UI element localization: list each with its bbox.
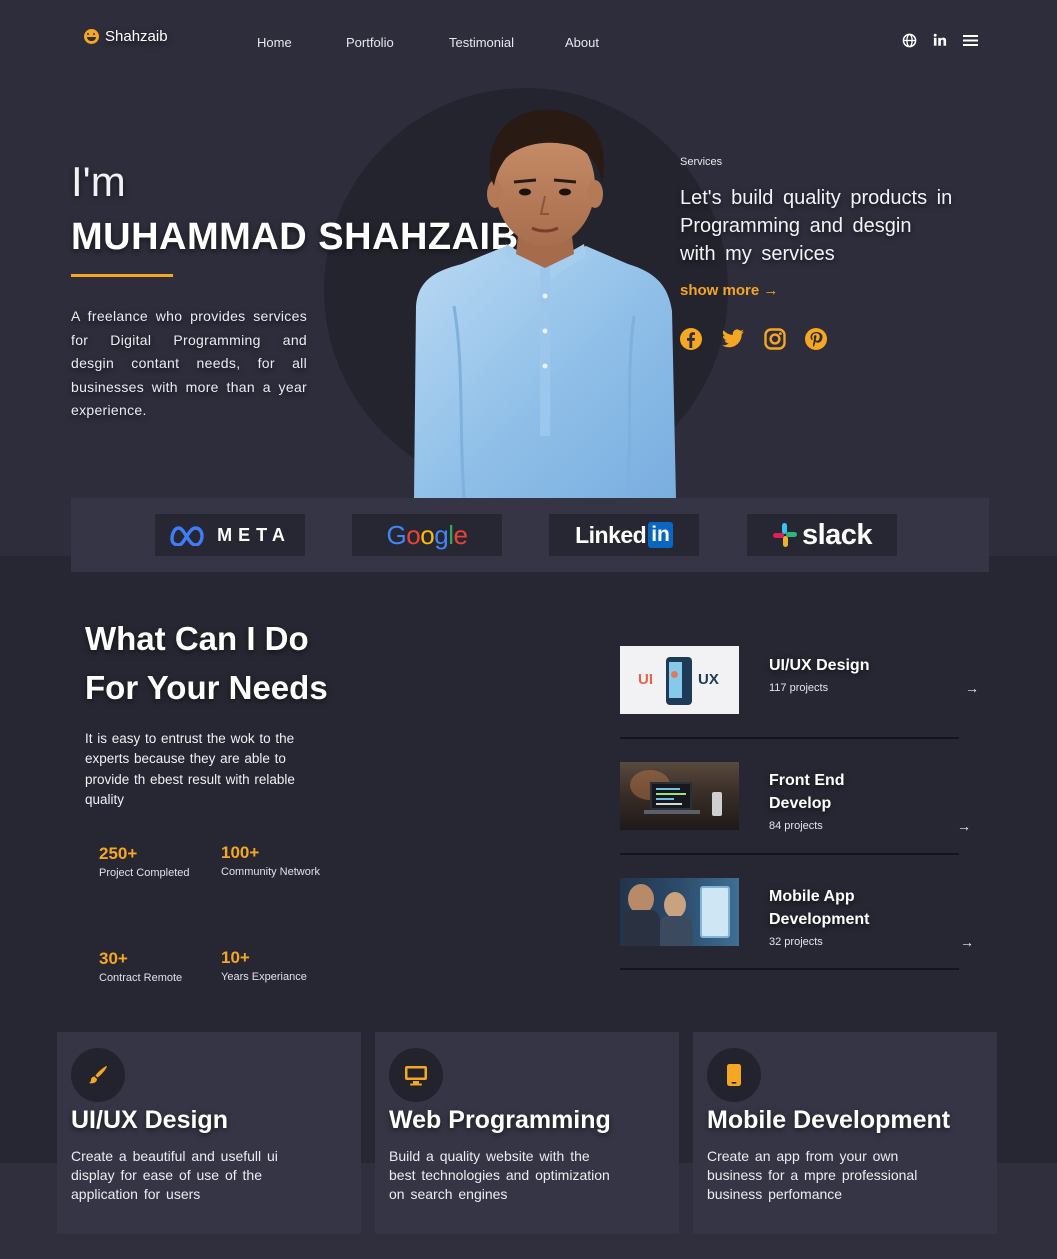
section-description: It is easy to entrust the wok to the exp…	[85, 731, 295, 807]
linkedin-in-badge: in	[648, 522, 673, 548]
brand-google: Google	[352, 514, 502, 556]
paintbrush-icon	[71, 1048, 125, 1102]
arrow-right-icon[interactable]: →	[965, 680, 979, 696]
nav-about[interactable]: About	[565, 35, 599, 50]
divider	[620, 968, 959, 970]
nav-portfolio[interactable]: Portfolio	[346, 35, 394, 50]
service-title[interactable]: UI/UX Design	[769, 654, 899, 677]
service-card-web[interactable]: Web Programming Build a quality website …	[375, 1032, 679, 1234]
phone-graphic	[666, 657, 692, 705]
divider	[620, 853, 959, 855]
brand-slack: slack	[747, 514, 897, 556]
card-title: UI/UX Design	[71, 1106, 228, 1134]
service-count: 32 projects	[769, 936, 823, 948]
brand-meta-text: META	[217, 524, 291, 545]
laptop-screen	[650, 782, 692, 810]
brand-linkedin: Linked in	[549, 514, 699, 556]
section-title: What Can I Do For Your Needs	[85, 614, 425, 712]
slack-logo-icon	[772, 523, 797, 547]
phone-graphic	[700, 886, 730, 938]
twitter-icon[interactable]	[721, 327, 745, 351]
globe-icon[interactable]	[901, 32, 917, 48]
facebook-icon[interactable]	[679, 327, 703, 351]
stat-projects: 250+ Project Completed	[99, 844, 190, 879]
mobile-thumbnail[interactable]	[620, 878, 739, 946]
arrow-right-icon[interactable]: →	[957, 818, 971, 834]
logo[interactable]: Shahzaib	[84, 28, 168, 45]
service-card-uiux[interactable]: UI/UX Design Create a beautiful and usef…	[57, 1032, 361, 1234]
mobile-icon	[707, 1048, 761, 1102]
card-description: Build a quality website with the best te…	[389, 1148, 610, 1203]
thumb-ux-text: UX	[698, 671, 719, 688]
service-count: 117 projects	[769, 682, 829, 694]
stat-label: Contract Remote	[99, 972, 183, 984]
smiley-icon	[84, 29, 99, 44]
monitor-icon	[389, 1048, 443, 1102]
uiux-thumbnail[interactable]: UI UX	[620, 646, 739, 714]
services-heading: Let's build quality products in Programm…	[680, 187, 953, 265]
profile-photo	[414, 109, 676, 498]
divider	[620, 737, 959, 739]
section-title-line1: What Can I Do	[85, 620, 309, 657]
stat-value: 100+	[221, 843, 260, 862]
name-underline	[71, 274, 173, 277]
frontend-thumbnail[interactable]	[620, 762, 739, 830]
stat-label: Community Network	[221, 866, 321, 878]
linkedin-icon[interactable]	[932, 32, 948, 48]
brand-slack-text: slack	[801, 518, 873, 551]
thumb-ui-text: UI	[638, 671, 653, 688]
arrow-right-icon[interactable]: →	[960, 934, 974, 950]
pinterest-icon[interactable]	[804, 327, 828, 351]
card-title: Mobile Development	[707, 1106, 951, 1134]
card-description: Create a beautiful and usefull ui displa…	[71, 1148, 278, 1203]
service-card-mobile[interactable]: Mobile Development Create an app from yo…	[693, 1032, 997, 1234]
hero-greeting: I'm	[71, 158, 126, 205]
logo-text: Shahzaib	[105, 28, 168, 45]
brand-meta: META	[155, 514, 305, 556]
instagram-icon[interactable]	[763, 327, 787, 351]
service-title[interactable]: Front End Develop	[769, 769, 899, 815]
card-title: Web Programming	[389, 1106, 611, 1134]
service-count: 84 projects	[769, 820, 823, 832]
meta-logo-icon	[170, 526, 204, 546]
menu-icon[interactable]	[962, 32, 978, 48]
service-title[interactable]: Mobile App Development	[769, 885, 899, 931]
brand-google-text: Google	[386, 519, 468, 550]
stat-value: 30+	[99, 949, 128, 968]
nav-home[interactable]: Home	[257, 35, 292, 50]
stat-community: 100+ Community Network	[221, 843, 320, 878]
stat-value: 250+	[99, 844, 138, 863]
stat-label: Project Completed	[99, 867, 190, 879]
services-label: Services	[680, 156, 723, 168]
show-more-link[interactable]: show more →	[680, 282, 778, 299]
card-description: Create an app from your own business for…	[707, 1148, 918, 1203]
stat-label: Years Experiance	[221, 971, 307, 983]
hero-bio: A freelance who provides services for Di…	[71, 308, 307, 419]
stat-years: 10+ Years Experiance	[221, 948, 307, 983]
stat-remote: 30+ Contract Remote	[99, 949, 182, 984]
stat-value: 10+	[221, 948, 250, 967]
brand-linkedin-text: Linked	[575, 521, 647, 548]
nav-testimonial[interactable]: Testimonial	[449, 35, 514, 50]
section-title-line2: For Your Needs	[85, 669, 328, 706]
